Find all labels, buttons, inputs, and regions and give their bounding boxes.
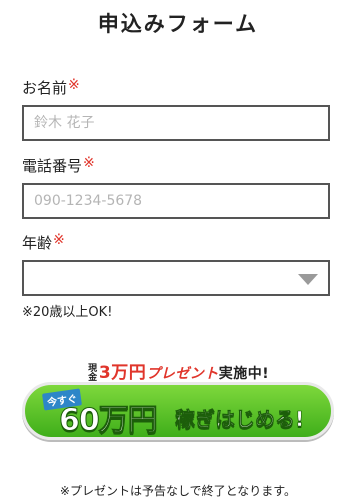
phone-label-text: 電話番号 xyxy=(22,157,83,175)
cta-label: 稼ぎはじめる! xyxy=(175,407,305,432)
start-earning-button[interactable]: 今すぐ 60万円 稼ぎはじめる! xyxy=(22,382,334,440)
required-mark: ※ xyxy=(68,77,80,93)
age-select[interactable] xyxy=(22,260,330,296)
name-input[interactable] xyxy=(22,105,330,141)
chevron-down-icon xyxy=(298,274,318,285)
form-title: 申込みフォーム xyxy=(97,12,259,36)
required-mark: ※ xyxy=(53,232,65,248)
cta-amount: 60万円 xyxy=(59,403,159,439)
promo-amount: 3万円 xyxy=(98,363,147,383)
age-note: ※20歳以上OK! xyxy=(22,305,113,320)
phone-input[interactable] xyxy=(22,183,330,219)
age-label-text: 年齢 xyxy=(22,234,53,252)
name-label: お名前※ xyxy=(22,77,80,98)
name-label-text: お名前 xyxy=(22,79,68,97)
promo-prize: プレゼント xyxy=(146,366,219,382)
promo-prefix: 現金 xyxy=(88,364,98,383)
promo-suffix: 実施中! xyxy=(218,366,270,382)
age-label: 年齢※ xyxy=(22,232,65,253)
disclaimer: ※プレゼントは予告なしで終了となります。 xyxy=(59,484,297,498)
promo-banner: 現金3万円プレゼント実施中! xyxy=(0,358,356,383)
phone-label: 電話番号※ xyxy=(22,155,95,176)
required-mark: ※ xyxy=(83,155,95,171)
